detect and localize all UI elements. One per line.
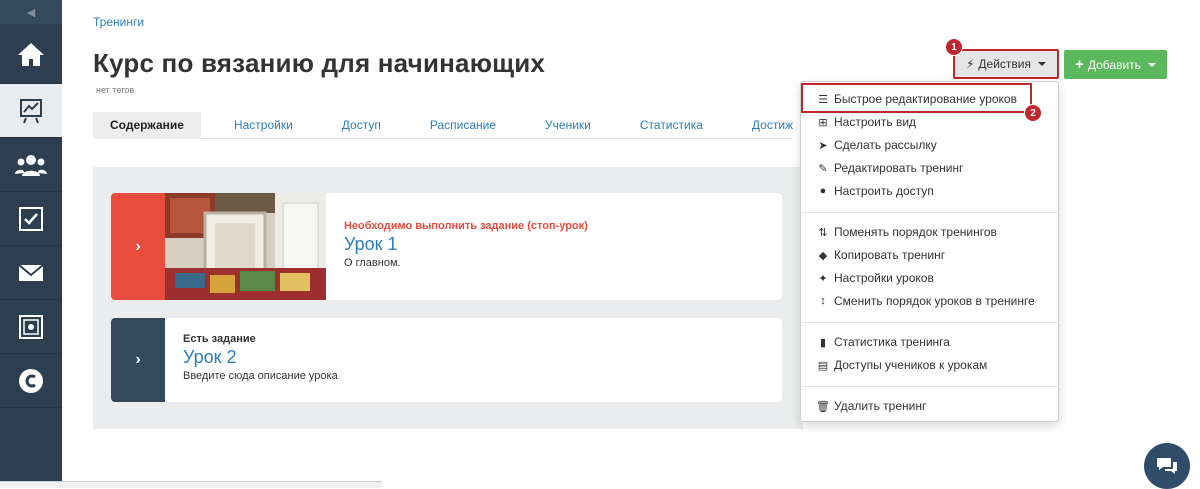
menu-item-reorder-lessons[interactable]: ↕ Сменить порядок уроков в тренинге: [817, 294, 1035, 308]
add-button[interactable]: + Добавить: [1064, 50, 1167, 79]
tab-access[interactable]: Доступ: [325, 112, 398, 139]
chevron-right-icon[interactable]: ›: [111, 318, 165, 402]
tab-content[interactable]: Содержание: [93, 112, 201, 139]
lesson-status: Есть задание: [183, 333, 256, 345]
add-label: Добавить: [1087, 57, 1141, 72]
sitemap-icon: ⊞: [818, 116, 828, 129]
trash-icon: 🗑: [816, 400, 830, 413]
status-bar: [0, 481, 382, 488]
send-icon: ➤: [818, 139, 828, 152]
menu-divider: [802, 322, 1059, 323]
menu-item-label: Статистика тренинга: [834, 335, 950, 349]
edit-icon: ✎: [818, 162, 828, 175]
tab-settings[interactable]: Настройки: [217, 112, 310, 139]
plus-icon: +: [1075, 56, 1084, 73]
user-icon: ●: [819, 185, 827, 197]
mail-icon[interactable]: [0, 246, 62, 300]
menu-item-label: Настроить вид: [834, 115, 917, 129]
actions-dropdown-menu: ☰ Быстрое редактирование уроков ⊞ Настро…: [800, 81, 1059, 422]
chat-c-icon[interactable]: [0, 354, 62, 408]
menu-item-label: Доступы учеников к урокам: [834, 358, 988, 372]
lesson-status: Необходимо выполнить задание (стоп-урок): [344, 220, 588, 232]
actions-label: Действия: [978, 57, 1031, 71]
lesson-title[interactable]: Урок 2: [183, 347, 338, 368]
menu-item-label: Быстрое редактирование уроков: [834, 92, 1017, 106]
caret-down-icon: [1038, 62, 1046, 66]
lesson-card[interactable]: › Есть задание Урок 2 Введите сюда описа…: [111, 318, 782, 402]
lesson-description: О главном.: [344, 257, 401, 269]
lesson-title[interactable]: Урок 1: [344, 234, 588, 255]
chat-button[interactable]: [1144, 443, 1190, 489]
menu-item-mailing[interactable]: ➤ Сделать рассылку: [817, 138, 937, 152]
menu-item-label: Настройки уроков: [834, 271, 934, 285]
list-icon: ☰: [818, 93, 828, 106]
menu-item-student-access[interactable]: ▤ Доступы учеников к урокам: [817, 358, 987, 372]
tags-label: нет тегов: [96, 85, 135, 95]
lesson-card[interactable]: › Необходимо выполнить задание (стоп-уро…: [111, 193, 782, 300]
menu-item-quick-edit[interactable]: ☰ Быстрое редактирование уроков: [817, 92, 1017, 106]
menu-item-label: Настроить доступ: [834, 184, 934, 198]
tabs: Содержание Настройки Доступ Расписание У…: [93, 112, 793, 139]
menu-item-access[interactable]: ● Настроить доступ: [817, 184, 934, 198]
annotation-badge: 2: [1024, 104, 1042, 122]
annotation-badge: 1: [945, 38, 963, 56]
actions-button[interactable]: ⚡ Действия: [953, 49, 1059, 79]
caret-down-icon: [1147, 62, 1156, 67]
menu-item-label: Поменять порядок тренингов: [834, 225, 997, 239]
menu-item-copy-training[interactable]: ◆ Копировать тренинг: [817, 248, 945, 262]
tab-schedule[interactable]: Расписание: [413, 112, 513, 139]
menu-divider: [802, 212, 1059, 213]
bar-chart-icon: ▮: [819, 336, 827, 349]
breadcrumb[interactable]: Тренинги: [93, 15, 144, 29]
lesson-thumbnail: [165, 193, 326, 300]
users-icon[interactable]: [0, 138, 62, 192]
home-icon[interactable]: [0, 24, 62, 84]
tab-statistics[interactable]: Статистика: [623, 112, 720, 139]
sort-order-icon: ⇅: [818, 226, 828, 239]
chart-board-icon[interactable]: [0, 84, 62, 138]
safe-icon[interactable]: [0, 300, 62, 354]
menu-item-edit-training[interactable]: ✎ Редактировать тренинг: [817, 161, 963, 175]
menu-item-label: Сделать рассылку: [834, 138, 937, 152]
wrench-icon: ✦: [818, 272, 828, 285]
chevron-right-icon[interactable]: ›: [111, 193, 165, 300]
sidebar: ◀: [0, 0, 62, 488]
menu-item-label: Копировать тренинг: [834, 248, 946, 262]
tab-students[interactable]: Ученики: [528, 112, 608, 139]
menu-item-statistics[interactable]: ▮ Статистика тренинга: [817, 335, 950, 349]
checkbox-icon[interactable]: [0, 192, 62, 246]
menu-item-delete-training[interactable]: 🗑 Удалить тренинг: [816, 399, 927, 413]
menu-item-label: Сменить порядок уроков в тренинге: [834, 294, 1035, 308]
menu-divider: [802, 386, 1059, 387]
tab-achievements[interactable]: Достиж: [735, 112, 810, 139]
collapse-icon[interactable]: ◀: [0, 0, 62, 24]
sort-arrows-icon: ↕: [820, 295, 826, 307]
menu-item-label: Удалить тренинг: [834, 399, 927, 413]
lesson-description: Введите сюда описание урока: [183, 370, 338, 382]
chat-icon: [1157, 458, 1177, 474]
tags-icon: ◆: [818, 249, 828, 262]
menu-item-reorder-trainings[interactable]: ⇅ Поменять порядок тренингов: [817, 225, 997, 239]
table-icon: ▤: [817, 359, 829, 372]
menu-item-lesson-settings[interactable]: ✦ Настройки уроков: [817, 271, 934, 285]
menu-item-view[interactable]: ⊞ Настроить вид: [817, 115, 916, 129]
page-title: Курс по вязанию для начинающих: [93, 48, 546, 78]
bolt-icon: ⚡: [965, 57, 975, 71]
menu-item-label: Редактировать тренинг: [834, 161, 964, 175]
